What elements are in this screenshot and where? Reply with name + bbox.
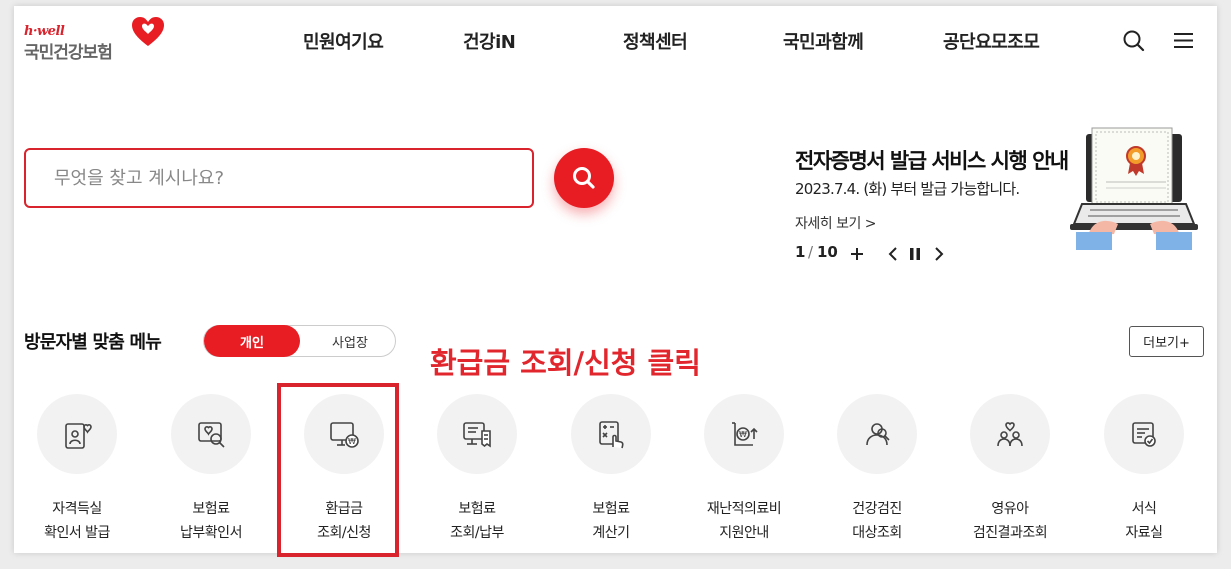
- document-search-icon: [198, 422, 225, 448]
- pager-current: 1: [795, 243, 806, 261]
- menu-item-premium-receipt[interactable]: 보험료 납부확인서: [146, 390, 276, 550]
- quick-menu-list: 자격득실 확인서 발급 보험료 납부확인서 ₩ 환급금 조회/신청 보험료 조회…: [0, 390, 1231, 550]
- chevron-right-icon: [935, 247, 944, 261]
- pager-total: 10: [817, 243, 838, 261]
- visitor-menu-title: 방문자별 맞춤 메뉴: [24, 332, 162, 353]
- notice-subtitle: 2023.7.4. (화) 부터 발급 가능합니다.: [795, 180, 1020, 198]
- notice-more-link[interactable]: 자세히 보기 >: [795, 213, 877, 233]
- person-check-icon: [866, 423, 890, 446]
- menu-item-forms[interactable]: 서식 자료실: [1079, 390, 1209, 550]
- more-button[interactable]: 더보기+: [1129, 326, 1204, 357]
- pause-button[interactable]: [905, 243, 925, 265]
- menu-item-label: 자료실: [1125, 525, 1163, 541]
- nav-item-policy[interactable]: 정책센터: [623, 28, 688, 54]
- menu-item-label: 지원안내: [719, 525, 769, 541]
- main-nav: 민원여기요 건강iN 정책센터 국민과함께 공단요모조모: [0, 28, 1231, 56]
- menu-item-disaster-medical[interactable]: ₩ 재난적의료비 지원안내: [679, 390, 809, 550]
- add-button[interactable]: [847, 243, 867, 265]
- menu-item-label: 계산기: [592, 525, 630, 541]
- search-icon: [573, 167, 595, 189]
- svg-text:₩: ₩: [739, 430, 747, 439]
- menu-icon[interactable]: [1171, 28, 1197, 54]
- notice-title[interactable]: 전자증명서 발급 서비스 시행 안내: [795, 145, 1069, 175]
- menu-item-calculator[interactable]: 보험료 계산기: [546, 390, 676, 550]
- menu-item-premium-payment[interactable]: 보험료 조회/납부: [412, 390, 542, 550]
- search-icon[interactable]: [1121, 28, 1147, 54]
- calculator-icon: [599, 421, 624, 449]
- search-input[interactable]: [26, 150, 532, 206]
- menu-item-label: 조회/납부: [450, 525, 504, 541]
- won-support-icon: ₩: [732, 422, 758, 446]
- plus-icon: [851, 248, 863, 260]
- family-heart-icon: [997, 422, 1023, 447]
- laptop-certificate-illustration: [1070, 127, 1198, 250]
- pager-separator: /: [808, 243, 814, 261]
- pause-icon: [910, 248, 920, 260]
- next-button[interactable]: [929, 243, 949, 265]
- nav-item-together[interactable]: 국민과함께: [783, 28, 864, 54]
- toggle-business[interactable]: 사업장: [304, 326, 396, 356]
- search-button[interactable]: [554, 148, 614, 208]
- menu-item-infant-checkup[interactable]: 영유아 검진결과조회: [945, 390, 1075, 550]
- prev-button[interactable]: [883, 243, 903, 265]
- menu-item-label: 서식: [1131, 501, 1157, 517]
- menu-item-label: 보험료: [592, 501, 630, 517]
- visitor-type-toggle: 개인 사업장: [203, 325, 396, 357]
- search-field[interactable]: [24, 148, 534, 208]
- nav-item-about[interactable]: 공단요모조모: [943, 28, 1040, 54]
- menu-item-label: 검진결과조회: [972, 525, 1048, 541]
- refund-highlight-box: [277, 383, 399, 557]
- monitor-receipt-icon: [463, 422, 491, 448]
- chevron-left-icon: [888, 247, 897, 261]
- nav-item-civil[interactable]: 민원여기요: [303, 28, 384, 54]
- document-check-icon: [1132, 422, 1156, 447]
- menu-item-label: 자격득실: [52, 501, 102, 517]
- menu-item-label: 보험료: [192, 501, 230, 517]
- id-card-heart-icon: [65, 423, 92, 449]
- menu-item-label: 보험료: [458, 501, 496, 517]
- instruction-annotation: 환급금 조회/신청 클릭: [430, 346, 701, 380]
- toggle-individual[interactable]: 개인: [204, 325, 300, 357]
- nav-item-health-in[interactable]: 건강iN: [463, 28, 516, 54]
- menu-item-qualification[interactable]: 자격득실 확인서 발급: [12, 390, 142, 550]
- menu-item-label: 대상조회: [852, 525, 902, 541]
- menu-item-label: 재난적의료비: [706, 501, 782, 517]
- menu-item-label: 확인서 발급: [44, 525, 110, 541]
- menu-item-label: 영유아: [991, 501, 1029, 517]
- menu-item-checkup-target[interactable]: 건강검진 대상조회: [812, 390, 942, 550]
- menu-item-label: 납부확인서: [180, 525, 242, 541]
- menu-item-label: 건강검진: [852, 501, 902, 517]
